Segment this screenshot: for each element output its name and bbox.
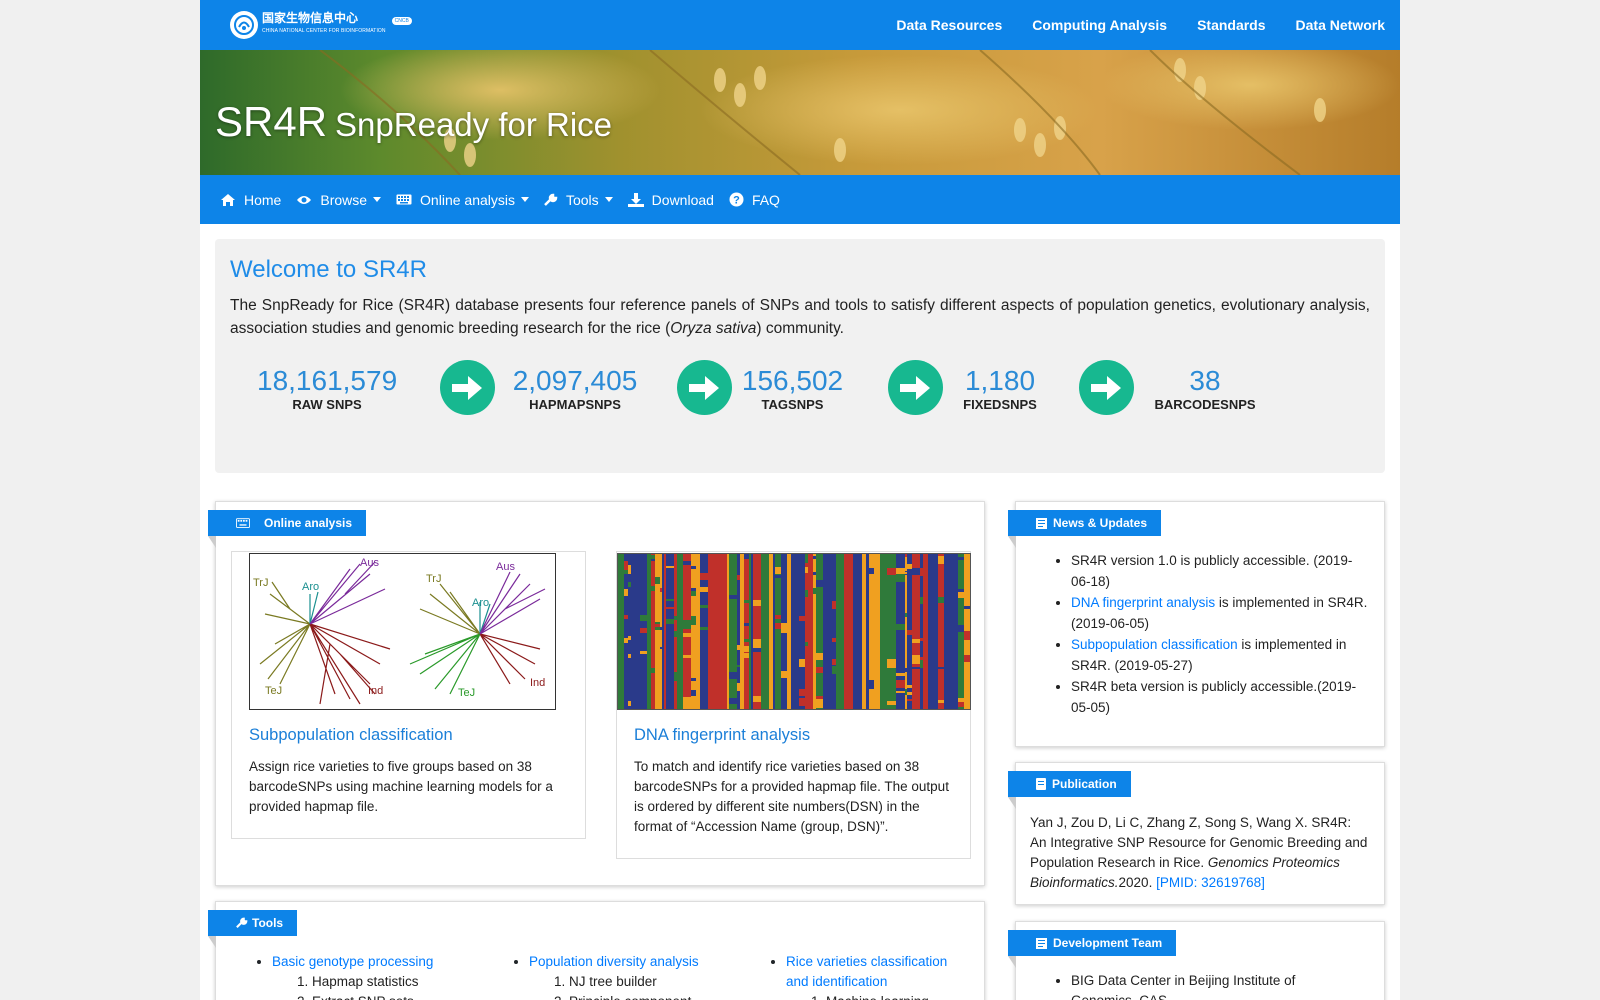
tool-population-diversity-link[interactable]: Population diversity analysis (529, 954, 699, 969)
top-nav-links: Data Resources Computing Analysis Standa… (896, 0, 1385, 50)
chevron-down-icon (373, 197, 382, 202)
publication-panel: Publication Yan J, Zou D, Li C, Zhang Z,… (1008, 762, 1385, 905)
newspaper-icon (1036, 517, 1047, 529)
news-tag: News & Updates (1008, 510, 1162, 548)
svg-text:Ind: Ind (368, 685, 383, 697)
snp-stats: 18,161,579 RAW SNPS 2,097,405 HAPMAPSNPS 1… (215, 360, 1385, 426)
site-subtitle: SnpReady for Rice (335, 106, 613, 143)
news-item: SR4R version 1.0 is publicly accessible.… (1071, 550, 1371, 592)
menu-tools[interactable]: Tools (544, 192, 613, 208)
chevron-down-icon (604, 197, 613, 202)
online-analysis-panel: Online analysis TrJ Aro Aus TeJ Ind TrJ … (208, 501, 985, 886)
tool-item[interactable]: Principle component (569, 992, 741, 1000)
pmid-link[interactable]: [PMID: 32619768] (1156, 875, 1265, 890)
tool-item[interactable]: NJ tree builder (569, 972, 741, 992)
tool-classification-link[interactable]: Rice varieties classification and identi… (786, 954, 947, 989)
tools-column-diversity: Population diversity analysis NJ tree bu… (511, 952, 741, 1000)
keyboard-icon (236, 518, 250, 528)
news-item: SR4R beta version is publicly accessible… (1071, 676, 1371, 718)
stat-raw-snps: 18,161,579 RAW SNPS (257, 365, 398, 413)
question-icon: ? (729, 192, 744, 207)
download-icon (627, 192, 644, 207)
news-link[interactable]: DNA fingerprint analysis (1071, 595, 1215, 610)
chevron-down-icon (520, 197, 529, 202)
welcome-text: The SnpReady for Rice (SR4R) database pr… (230, 297, 1370, 337)
publication-citation: Yan J, Zou D, Li C, Zhang Z, Song S, Wan… (1030, 815, 1368, 890)
arrow-icon (888, 360, 943, 415)
tools-tag: Tools (208, 910, 298, 948)
news-panel: News & Updates SR4R version 1.0 is publi… (1008, 501, 1385, 747)
stat-fixed-snps: 1,180 FIXEDSNPS (963, 365, 1037, 413)
dev-team-tag: Development Team (1008, 930, 1177, 968)
menu-online-analysis[interactable]: Online analysis (396, 192, 529, 208)
tools-column-classification: Rice varieties classification and identi… (768, 952, 968, 1000)
wrench-icon (236, 917, 248, 929)
tool-item[interactable]: Machine learning (826, 992, 968, 1000)
logo-text: 国家生物信息中心 CHINA NATIONAL CENTER FOR BIOIN… (262, 11, 386, 35)
phylogenetic-tree-image: TrJ Aro Aus TeJ Ind TrJ Aro Aus TeJ Ind (249, 553, 556, 710)
menu-faq[interactable]: ? FAQ (729, 192, 780, 208)
welcome-section: Welcome to SR4R The SnpReady for Rice (S… (215, 239, 1385, 473)
book-icon (1036, 778, 1046, 790)
svg-text:TeJ: TeJ (458, 687, 475, 699)
svg-text:Aus: Aus (360, 557, 379, 569)
cncb-logo[interactable]: 国家生物信息中心 CHINA NATIONAL CENTER FOR BIOIN… (230, 10, 412, 40)
welcome-title: Welcome to SR4R (230, 256, 427, 283)
tools-column-basic: Basic genotype processing Hapmap statist… (254, 952, 474, 1000)
subpopulation-card[interactable]: TrJ Aro Aus TeJ Ind TrJ Aro Aus TeJ Ind … (231, 551, 586, 839)
news-list: SR4R version 1.0 is publicly accessible.… (1071, 550, 1371, 718)
logo-tag: CNCB (391, 17, 412, 25)
subpopulation-desc: Assign rice varieties to five groups bas… (249, 759, 553, 814)
top-navbar: 国家生物信息中心 CHINA NATIONAL CENTER FOR BIOIN… (200, 0, 1400, 50)
news-item: Subpopulation classification is implemen… (1071, 634, 1371, 676)
eye-icon (296, 194, 312, 206)
svg-text:Aro: Aro (302, 581, 319, 593)
nav-data-network[interactable]: Data Network (1296, 17, 1385, 33)
publication-tag: Publication (1008, 771, 1131, 809)
menu-download[interactable]: Download (627, 192, 714, 208)
arrow-icon (440, 360, 495, 415)
news-link[interactable]: Subpopulation classification (1071, 637, 1238, 652)
team-item: BIG Data Center in Beijing Institute of … (1071, 971, 1331, 1000)
subpopulation-title[interactable]: Subpopulation classification (249, 726, 453, 745)
newspaper-icon (1036, 937, 1047, 949)
main-menu: Home Browse Online analysis Tools Downlo… (200, 175, 1400, 224)
nav-standards[interactable]: Standards (1197, 17, 1265, 33)
wrench-icon (544, 193, 558, 207)
svg-text:Aro: Aro (472, 597, 489, 609)
tools-panel: Tools Basic genotype processing Hapmap s… (208, 901, 985, 1000)
svg-text:TeJ: TeJ (265, 685, 282, 697)
stat-hapmap-snps: 2,097,405 HAPMAPSNPS (512, 365, 638, 413)
arrow-icon (1079, 360, 1134, 415)
online-analysis-tag: Online analysis (208, 510, 367, 548)
tool-item[interactable]: Extract SNP sets (312, 992, 474, 1000)
nav-data-resources[interactable]: Data Resources (896, 17, 1002, 33)
stat-barcode-snps: 38 BARCODESNPS (1154, 365, 1256, 413)
page-container: 国家生物信息中心 CHINA NATIONAL CENTER FOR BIOIN… (200, 0, 1400, 1000)
tool-item[interactable]: Hapmap statistics (312, 972, 474, 992)
arrow-icon (677, 360, 732, 415)
menu-browse[interactable]: Browse (296, 192, 382, 208)
svg-text:TrJ: TrJ (426, 573, 441, 585)
svg-text:Ind: Ind (530, 677, 545, 689)
svg-text:?: ? (733, 195, 740, 207)
news-item: DNA fingerprint analysis is implemented … (1071, 592, 1371, 634)
site-title: SR4R SnpReady for Rice (215, 98, 613, 145)
fingerprint-card[interactable]: DNA fingerprint analysis To match and id… (616, 551, 971, 859)
fingerprint-title[interactable]: DNA fingerprint analysis (634, 726, 810, 745)
dev-team-panel: Development Team BIG Data Center in Beij… (1008, 921, 1385, 1000)
keyboard-icon (396, 194, 412, 205)
cncb-logo-icon (230, 11, 258, 39)
tool-basic-genotype-link[interactable]: Basic genotype processing (272, 954, 433, 969)
menu-home[interactable]: Home (220, 192, 281, 208)
hero-banner: SR4R SnpReady for Rice (200, 50, 1400, 175)
nav-computing-analysis[interactable]: Computing Analysis (1032, 17, 1167, 33)
fingerprint-heatmap-image (617, 553, 971, 710)
svg-text:TrJ: TrJ (253, 577, 268, 589)
fingerprint-desc: To match and identify rice varieties bas… (634, 759, 949, 834)
stat-tag-snps: 156,502 TAGSNPS (741, 365, 844, 413)
team-list: BIG Data Center in Beijing Institute of … (1071, 971, 1331, 1000)
home-icon (220, 193, 236, 207)
svg-text:Aus: Aus (496, 561, 515, 573)
